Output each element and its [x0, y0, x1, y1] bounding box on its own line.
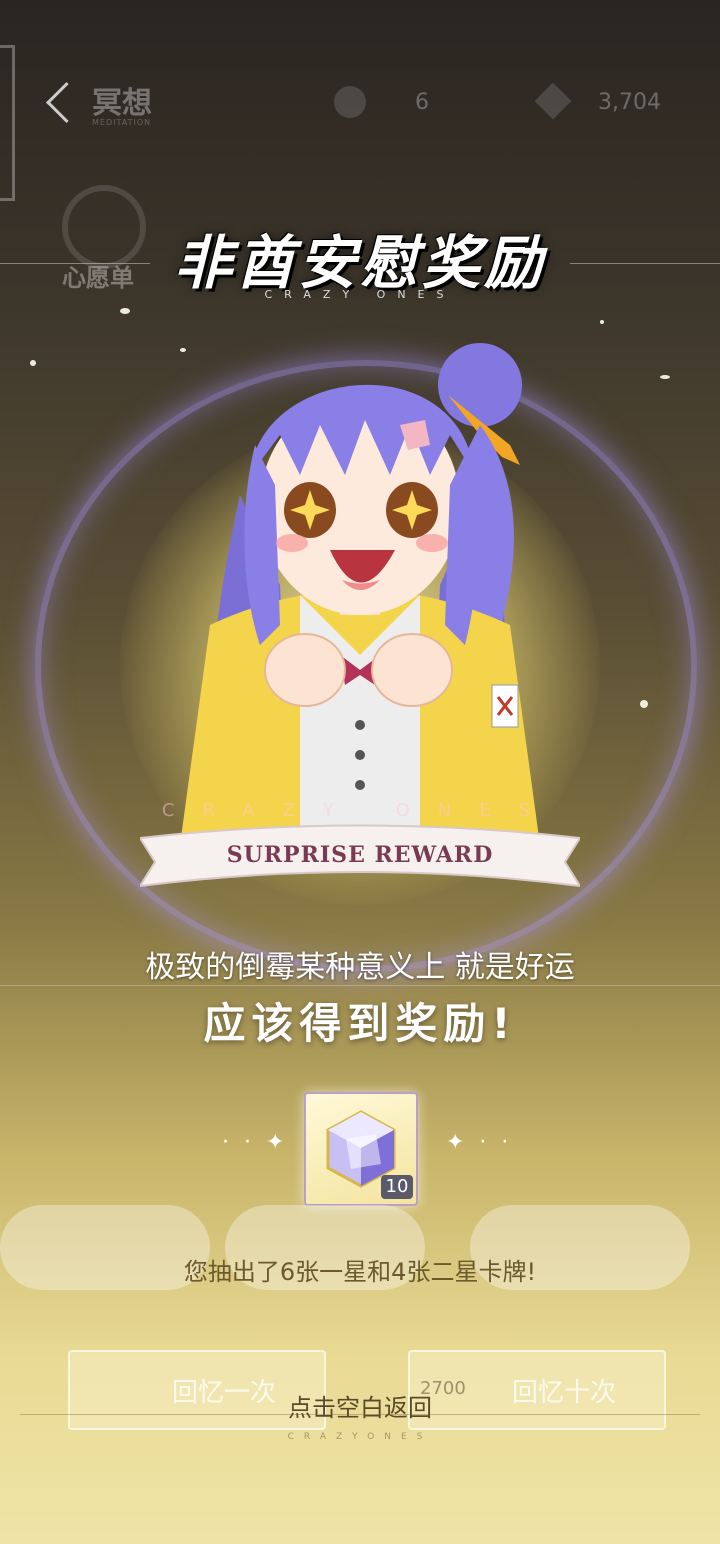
sparkle-dot [30, 360, 36, 366]
sparkle-left-icon: · · ✦ [222, 1130, 289, 1155]
footer-divider [20, 1414, 700, 1415]
currency-orb-icon [334, 86, 366, 118]
reward-count-badge: 10 [381, 1175, 413, 1199]
mode-title: 冥想 [92, 86, 152, 121]
currency-orb-value: 6 [415, 90, 429, 115]
sparkle-dot [120, 308, 130, 314]
sparkle-dot [660, 375, 670, 379]
tap-to-return-hint[interactable]: 点击空白返回 [0, 1388, 720, 1423]
character-illustration [180, 343, 540, 845]
sparkle-dot [600, 320, 604, 324]
reward-heading: 应该得到奖励! [203, 999, 517, 1048]
title-subtitle: CRAZY ONES [264, 288, 456, 301]
draw-result-text: 您抽出了6张一星和4张二星卡牌! [183, 1258, 537, 1286]
diamond-value: 3,704 [598, 90, 661, 115]
mode-subtitle: MEDITATION [92, 118, 152, 127]
consolation-message: 极致的倒霉某种意义上 就是好运 [145, 950, 575, 985]
sparkle-right-icon: ✦ · · [446, 1130, 513, 1155]
footer-brand: CRAZYONES [287, 1432, 433, 1442]
surprise-reward-text: SURPRISE REWARD [226, 842, 494, 868]
